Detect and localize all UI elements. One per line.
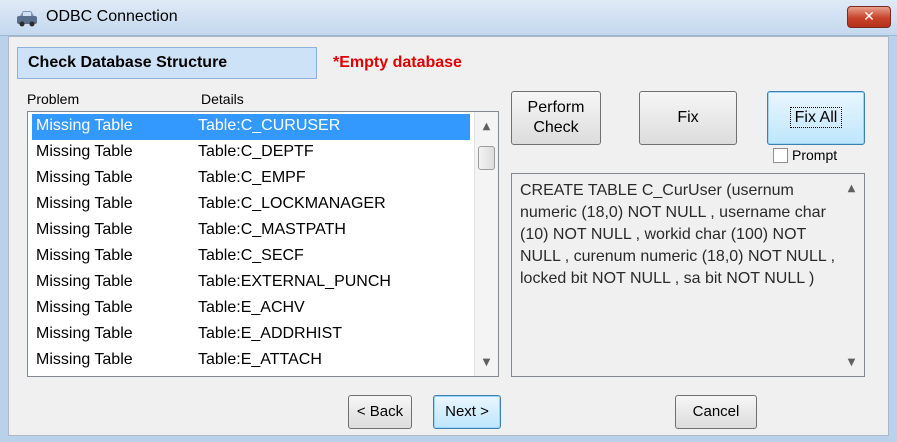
perform-check-label-line2: Check <box>533 119 579 136</box>
prompt-checkbox[interactable]: Prompt <box>773 147 837 163</box>
back-button[interactable]: < Back <box>348 395 412 429</box>
scroll-up-arrow-icon[interactable]: ▲ <box>840 180 863 198</box>
list-item[interactable]: Missing Table Table:C_EMPF <box>32 166 470 192</box>
cancel-button[interactable]: Cancel <box>675 395 757 429</box>
column-header-details[interactable]: Details <box>201 91 244 107</box>
problem-cell: Missing Table <box>36 299 133 316</box>
problem-cell: Missing Table <box>36 273 133 290</box>
details-cell: Table:C_CURUSER <box>198 117 341 134</box>
next-button[interactable]: Next > <box>433 395 501 429</box>
details-cell: Table:E_ATTACH <box>198 351 322 368</box>
scroll-thumb[interactable] <box>478 146 495 170</box>
close-button[interactable]: ✕ <box>847 6 891 28</box>
problem-cell: Missing Table <box>36 247 133 264</box>
fix-all-button[interactable]: Fix All <box>767 91 865 145</box>
list-item[interactable]: Missing Table Table:C_LOCKMANAGER <box>32 192 470 218</box>
problem-cell: Missing Table <box>36 221 133 238</box>
odbc-window: ODBC Connection ✕ Check Database Structu… <box>0 0 897 442</box>
problem-cell: Missing Table <box>36 143 133 160</box>
list-item[interactable]: Missing Table Table:C_CURUSER <box>32 114 470 140</box>
list-item[interactable]: Missing Table Table:EXTERNAL_PUNCH <box>32 270 470 296</box>
problem-cell: Missing Table <box>36 169 133 186</box>
details-cell: Table:C_DEPTF <box>198 143 314 160</box>
list-item[interactable]: Missing Table Table:C_DEPTF <box>32 140 470 166</box>
section-header: Check Database Structure <box>17 47 317 79</box>
list-item[interactable]: Missing Table Table:E_ATTACH <box>32 348 470 374</box>
column-header-problem[interactable]: Problem <box>27 91 79 107</box>
sql-scrollbar[interactable]: ▲ ▼ <box>840 174 864 376</box>
sql-preview-text: CREATE TABLE C_CurUser (usernum numeric … <box>520 182 836 287</box>
details-cell: Table:C_LOCKMANAGER <box>198 195 386 212</box>
scroll-down-arrow-icon[interactable]: ▼ <box>840 354 863 372</box>
scroll-down-arrow-icon[interactable]: ▼ <box>475 354 498 372</box>
perform-check-button[interactable]: Perform Check <box>511 91 601 145</box>
list-item[interactable]: Missing Table Table:E_ACHV <box>32 296 470 322</box>
list-item[interactable]: Missing Table Table:E_ADDRHIST <box>32 322 470 348</box>
problem-cell: Missing Table <box>36 195 133 212</box>
problem-cell: Missing Table <box>36 325 133 342</box>
fix-button[interactable]: Fix <box>639 91 737 145</box>
list-item[interactable]: Missing Table Table:C_MASTPATH <box>32 218 470 244</box>
details-cell: Table:C_MASTPATH <box>198 221 346 238</box>
details-cell: Table:E_ACHV <box>198 299 305 316</box>
problem-cell: Missing Table <box>36 117 133 134</box>
odbc-car-icon <box>17 11 37 27</box>
details-cell: Table:C_EMPF <box>198 169 306 186</box>
problem-list[interactable]: Missing Table Table:C_CURUSER Missing Ta… <box>27 111 499 377</box>
checkbox-box[interactable] <box>773 148 788 163</box>
dialog-body: Check Database Structure *Empty database… <box>8 36 889 436</box>
status-message: *Empty database <box>333 54 462 71</box>
details-cell: Table:E_ADDRHIST <box>198 325 343 342</box>
problem-cell: Missing Table <box>36 351 133 368</box>
fix-all-label: Fix All <box>789 107 843 128</box>
close-icon: ✕ <box>863 9 875 25</box>
details-cell: Table:EXTERNAL_PUNCH <box>198 273 391 290</box>
details-cell: Table:C_SECF <box>198 247 304 264</box>
sql-preview-box[interactable]: CREATE TABLE C_CurUser (usernum numeric … <box>511 173 865 377</box>
list-item[interactable]: Missing Table Table:C_SECF <box>32 244 470 270</box>
title-bar[interactable]: ODBC Connection ✕ <box>0 0 897 36</box>
scroll-up-arrow-icon[interactable]: ▲ <box>475 118 498 136</box>
window-title: ODBC Connection <box>46 8 178 25</box>
list-scrollbar[interactable]: ▲ ▼ <box>474 112 498 376</box>
perform-check-label-line1: Perform <box>527 99 585 116</box>
prompt-label: Prompt <box>792 147 838 163</box>
